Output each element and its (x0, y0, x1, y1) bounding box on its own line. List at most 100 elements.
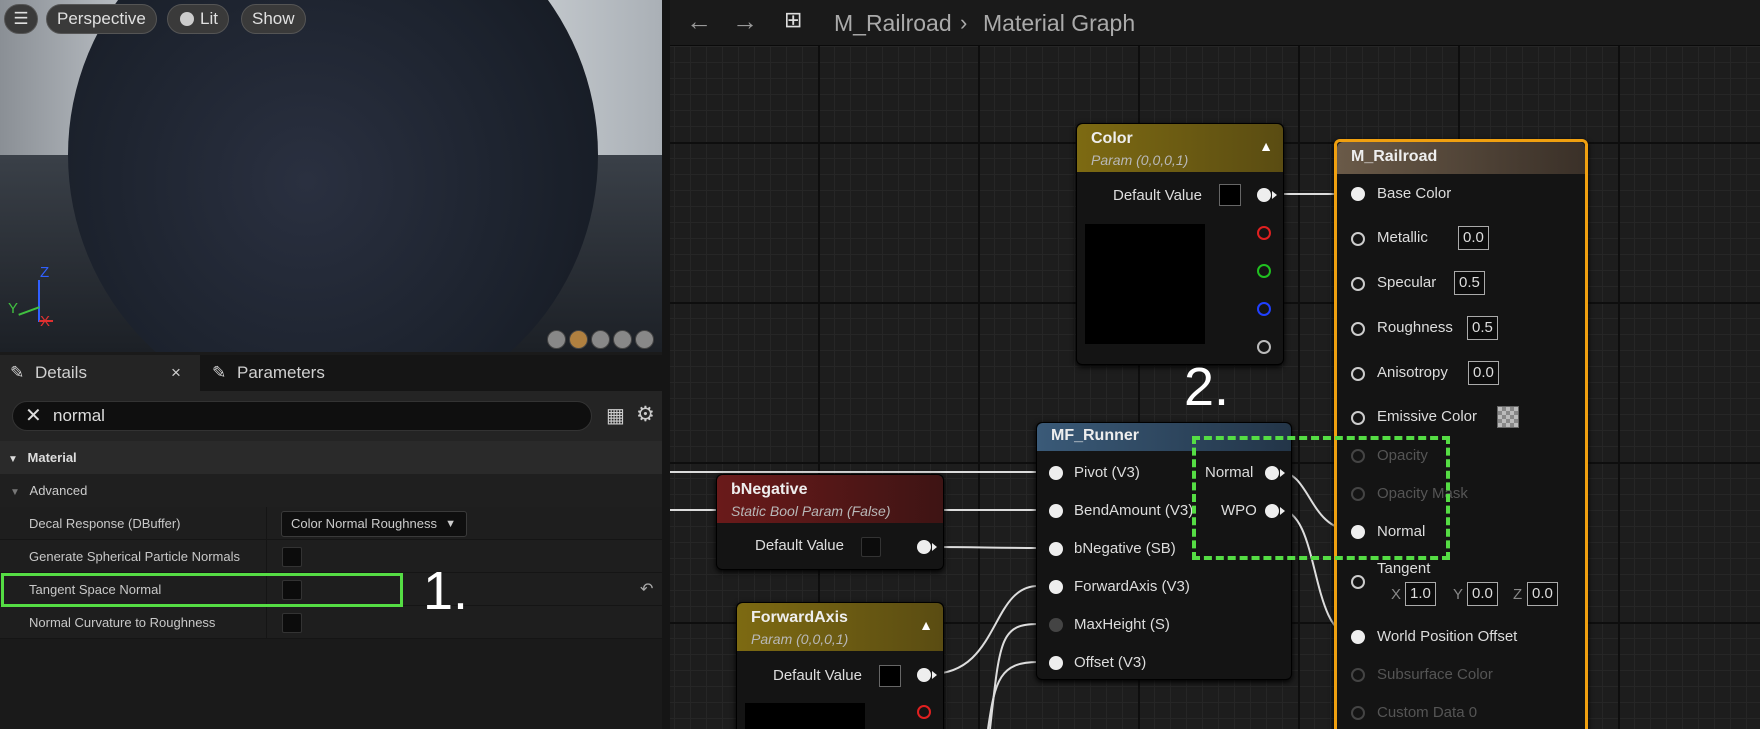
roughness-value-field[interactable]: 0.5 (1467, 316, 1498, 340)
breadcrumb-asset[interactable]: M_Railroad (834, 10, 952, 37)
input-pin-bendamount[interactable] (1049, 504, 1063, 518)
tangent-y-field[interactable]: 0.0 (1467, 582, 1498, 606)
output-pin-b[interactable] (1257, 302, 1271, 316)
back-arrow-icon[interactable]: ← (686, 6, 712, 37)
collapse-chevron-icon[interactable]: ▲ (1259, 138, 1273, 154)
gizmo-x-label: X (40, 313, 51, 330)
input-pin-bnegative[interactable] (1049, 542, 1063, 556)
input-pin-forwardaxis[interactable] (1049, 580, 1063, 594)
input-pin-pivot[interactable] (1049, 466, 1063, 480)
input-label-roughness: Roughness (1377, 319, 1453, 336)
viewport-menu-button[interactable]: ☰ (4, 4, 38, 34)
input-pin-wpo[interactable] (1351, 630, 1365, 644)
pencil-icon: ✎ (212, 363, 227, 382)
emissive-color-swatch[interactable] (1497, 406, 1519, 428)
cube-icon[interactable] (613, 330, 632, 349)
input-label-emissive: Emissive Color (1377, 408, 1478, 425)
output-pin-rgba[interactable] (1257, 188, 1277, 202)
input-pin-subsurface[interactable] (1351, 668, 1365, 682)
section-advanced-label: Advanced (29, 483, 88, 498)
color-node-header[interactable]: Color Param (0,0,0,1) ▲ (1077, 124, 1283, 172)
material-preview-viewport[interactable]: ☰ Perspective Lit Show Z Y X (0, 0, 662, 352)
custom-mesh-icon[interactable] (635, 330, 654, 349)
column-divider (266, 606, 267, 639)
plane-icon[interactable] (591, 330, 610, 349)
input-pin-tangent[interactable] (1351, 575, 1365, 589)
color-param-node[interactable]: Color Param (0,0,0,1) ▲ Default Value (1076, 123, 1284, 365)
close-tab-icon[interactable]: × (171, 355, 181, 391)
cylinder-icon[interactable] (547, 330, 566, 349)
default-value-swatch[interactable] (879, 665, 901, 687)
tangent-x-field[interactable]: 1.0 (1405, 582, 1436, 606)
forwardaxis-node-header[interactable]: ForwardAxis Param (0,0,0,1) ▲ (737, 603, 943, 651)
bnegative-node-header[interactable]: bNegative Static Bool Param (False) (717, 475, 943, 523)
section-advanced[interactable]: ▼ Advanced (0, 474, 662, 507)
reset-to-default-icon[interactable]: ↶ (640, 579, 653, 599)
input-pin-metallic[interactable] (1351, 232, 1365, 246)
section-material-label: Material (27, 450, 77, 465)
lit-button[interactable]: Lit (167, 4, 229, 34)
input-pin-specular[interactable] (1351, 277, 1365, 291)
input-label-bnegative: bNegative (SB) (1074, 540, 1176, 557)
search-row: ✕ normal ▦ ⚙ (0, 391, 662, 441)
input-pin-maxheight[interactable] (1049, 618, 1063, 632)
input-pin-base-color[interactable] (1351, 187, 1365, 201)
collapse-chevron-icon[interactable]: ▲ (919, 617, 933, 633)
default-value-label: Default Value (755, 537, 844, 554)
clear-search-icon[interactable]: ✕ (25, 402, 42, 430)
show-button[interactable]: Show (241, 4, 306, 34)
anisotropy-value-field[interactable]: 0.0 (1468, 361, 1499, 385)
preview-sphere (68, 0, 598, 352)
input-pin-custom-data[interactable] (1351, 706, 1365, 720)
annotation-step-2: 2. (1184, 357, 1230, 417)
default-value-label: Default Value (1113, 187, 1202, 204)
output-pin-g[interactable] (1257, 264, 1271, 278)
input-label-metallic: Metallic (1377, 229, 1428, 246)
result-node-header[interactable]: M_Railroad (1337, 142, 1585, 174)
default-value-swatch[interactable] (1219, 184, 1241, 206)
input-label-forwardaxis: ForwardAxis (V3) (1074, 578, 1190, 595)
input-label-specular: Specular (1377, 274, 1437, 291)
forward-arrow-icon[interactable]: → (732, 6, 758, 37)
input-pin-emissive[interactable] (1351, 411, 1365, 425)
tab-details[interactable]: ✎ Details × (0, 355, 200, 391)
graph-toolbar: ← → ⊞ M_Railroad › Material Graph (670, 0, 1760, 46)
m-railroad-result-node[interactable]: M_Railroad Base Color Metallic 0.0 Specu… (1334, 139, 1588, 729)
input-pin-anisotropy[interactable] (1351, 367, 1365, 381)
node-title: ForwardAxis (751, 609, 848, 626)
input-label-offset: Offset (V3) (1074, 654, 1147, 671)
tangent-z-field[interactable]: 0.0 (1527, 582, 1558, 606)
gear-icon[interactable]: ⚙ (636, 402, 655, 427)
decal-response-dropdown[interactable]: Color Normal Roughness ▼ (281, 511, 467, 537)
forwardaxis-param-node[interactable]: ForwardAxis Param (0,0,0,1) ▲ Default Va… (736, 602, 944, 729)
output-pin-r[interactable] (917, 705, 931, 719)
graph-hierarchy-icon[interactable]: ⊞ (784, 7, 802, 33)
default-value-checkbox[interactable] (861, 537, 881, 557)
output-pin-a[interactable] (1257, 340, 1271, 354)
perspective-button[interactable]: Perspective (46, 4, 157, 34)
table-view-icon[interactable]: ▦ (606, 403, 625, 428)
specular-value-field[interactable]: 0.5 (1454, 271, 1485, 295)
breadcrumb-view[interactable]: Material Graph (983, 10, 1135, 37)
sphere-icon[interactable] (569, 330, 588, 349)
spherical-normals-checkbox[interactable] (282, 547, 302, 567)
node-subtitle: Param (0,0,0,1) (751, 631, 849, 647)
input-pin-roughness[interactable] (1351, 322, 1365, 336)
material-graph-canvas[interactable]: Color Param (0,0,0,1) ▲ Default Value bN… (670, 0, 1760, 729)
color-preview (1085, 224, 1205, 344)
curvature-roughness-checkbox[interactable] (282, 613, 302, 633)
annotation-step-1: 1. (423, 561, 469, 621)
bnegative-param-node[interactable]: bNegative Static Bool Param (False) Defa… (716, 474, 944, 570)
tab-parameters[interactable]: ✎ Parameters (202, 355, 402, 391)
output-pin-r[interactable] (1257, 226, 1271, 240)
tangent-y-label: Y (1453, 586, 1464, 603)
section-material[interactable]: ▼ Material (0, 441, 662, 474)
output-pin[interactable] (917, 540, 937, 554)
node-title: Color (1091, 130, 1133, 147)
property-row-spherical-normals: Generate Spherical Particle Normals (0, 540, 662, 573)
input-pin-offset[interactable] (1049, 656, 1063, 670)
expand-arrow-icon: ▼ (8, 454, 18, 465)
output-pin-rgba[interactable] (917, 668, 937, 682)
metallic-value-field[interactable]: 0.0 (1458, 226, 1489, 250)
details-search-input[interactable]: ✕ normal (12, 401, 592, 431)
